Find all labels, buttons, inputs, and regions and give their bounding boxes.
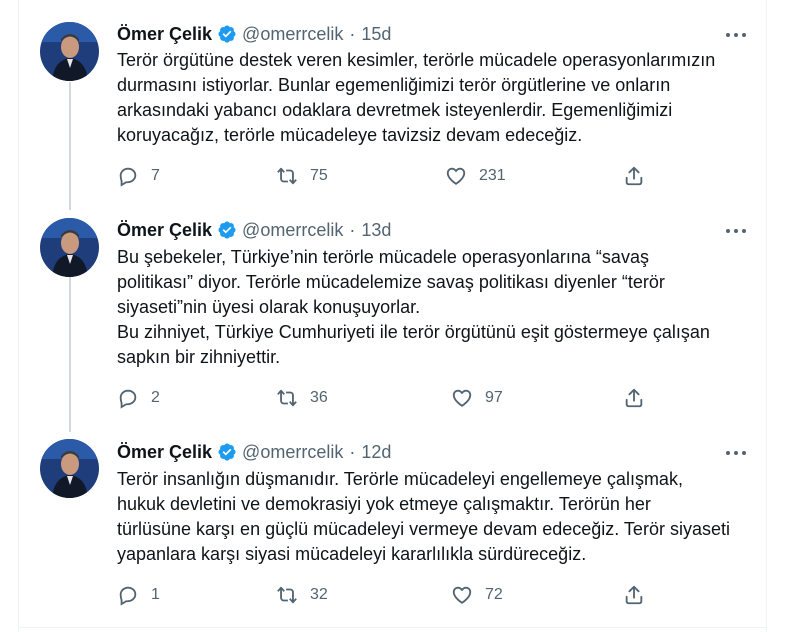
like-count: 72 (485, 586, 503, 603)
retweet-icon (276, 387, 298, 409)
reply-icon (117, 584, 139, 606)
like-count: 97 (485, 389, 503, 406)
separator-dot: · (349, 219, 356, 240)
share-button[interactable] (623, 387, 645, 409)
retweet-icon (276, 165, 298, 187)
tweet-actions: 1 32 72 (117, 584, 757, 608)
thread-line (69, 82, 71, 210)
tweet-text-line: sapkın bir zihniyettir. (117, 347, 281, 367)
like-button[interactable]: 231 (445, 165, 506, 187)
author-handle[interactable]: @omerrcelik (242, 220, 343, 241)
avatar[interactable] (40, 218, 99, 277)
tweet-text-line: siyaseti”nin üyesi olarak konuşuyorlar. (117, 297, 421, 317)
author-handle[interactable]: @omerrcelik (242, 24, 343, 45)
avatar[interactable] (40, 439, 99, 498)
reply-button[interactable]: 7 (117, 165, 160, 187)
verified-badge-icon (217, 24, 237, 44)
author-handle[interactable]: @omerrcelik (242, 442, 343, 463)
verified-badge-icon (217, 220, 237, 240)
avatar[interactable] (40, 22, 99, 81)
share-button[interactable] (623, 165, 645, 187)
reply-button[interactable]: 1 (117, 584, 160, 606)
author-name[interactable]: Ömer Çelik (117, 24, 212, 45)
share-icon (623, 387, 645, 409)
retweet-button[interactable]: 36 (276, 387, 328, 409)
share-icon (623, 165, 645, 187)
tweet-text-line: Terör örgütüne destek veren kesimler, te… (117, 50, 716, 70)
share-icon (623, 584, 645, 606)
retweet-icon (276, 584, 298, 606)
like-icon (445, 165, 467, 187)
reply-icon (117, 387, 139, 409)
reply-count: 7 (151, 167, 160, 184)
like-icon (451, 387, 473, 409)
reply-icon (117, 165, 139, 187)
tweet-text-line: Bu şebekeler, Türkiye’nin terörle mücade… (117, 247, 649, 267)
reply-button[interactable]: 2 (117, 387, 160, 409)
tweet-header: Ömer Çelik @omerrcelik · 13d (117, 218, 391, 242)
retweet-count: 32 (310, 586, 328, 603)
like-count: 231 (479, 167, 506, 184)
retweet-button[interactable]: 32 (276, 584, 328, 606)
tweet-timestamp[interactable]: 13d (361, 220, 391, 241)
more-icon[interactable] (725, 446, 747, 458)
like-button[interactable]: 97 (451, 387, 503, 409)
tweet-text-line: Bu zihniyet, Türkiye Cumhuriyeti ile ter… (117, 322, 710, 342)
tweet-text-line: koruyacağız, terörle mücadeleye tavizsiz… (117, 125, 583, 145)
reply-count: 1 (151, 586, 160, 603)
tweet-actions: 2 36 97 (117, 387, 757, 411)
tweet-header: Ömer Çelik @omerrcelik · 15d (117, 22, 391, 46)
tweet-text-line: arkasındaki yabancı odaklara devretmek i… (117, 100, 673, 120)
retweet-button[interactable]: 75 (276, 165, 328, 187)
tweet-text-line: politikası” diyor. Terörle mücadelemize … (117, 272, 665, 292)
tweet-text-line: Terör insanlığın düşmanıdır. Terörle müc… (117, 469, 683, 489)
tweet-text: Terör örgütüne destek veren kesimler, te… (117, 48, 757, 148)
tweet-timestamp[interactable]: 12d (361, 442, 391, 463)
author-name[interactable]: Ömer Çelik (117, 220, 212, 241)
tweet-text-line: hukuk devletini ve demokrasiyi yok etmey… (117, 494, 651, 514)
more-icon[interactable] (725, 224, 747, 236)
verified-badge-icon (217, 442, 237, 462)
share-button[interactable] (623, 584, 645, 606)
like-button[interactable]: 72 (451, 584, 503, 606)
reply-count: 2 (151, 389, 160, 406)
divider (18, 627, 767, 628)
like-icon (451, 584, 473, 606)
tweet-text-line: türlüsüne karşı en güçlü mücadeleyi verm… (117, 519, 730, 539)
thread-line (69, 276, 71, 432)
tweet-text-line: durmasını istiyorlar. Bunlar egemenliğim… (117, 75, 671, 95)
separator-dot: · (349, 441, 356, 462)
tweet-actions: 7 75 231 (117, 165, 757, 189)
more-icon[interactable] (725, 28, 747, 40)
retweet-count: 36 (310, 389, 328, 406)
separator-dot: · (349, 23, 356, 44)
retweet-count: 75 (310, 167, 328, 184)
tweet-text: Terör insanlığın düşmanıdır. Terörle müc… (117, 467, 757, 567)
author-name[interactable]: Ömer Çelik (117, 442, 212, 463)
tweet-timestamp[interactable]: 15d (361, 24, 391, 45)
tweet-text: Bu şebekeler, Türkiye’nin terörle mücade… (117, 245, 757, 370)
tweet-text-line: yapanlara karşı siyasi mücadeleyi kararl… (117, 544, 587, 564)
tweet-header: Ömer Çelik @omerrcelik · 12d (117, 440, 391, 464)
